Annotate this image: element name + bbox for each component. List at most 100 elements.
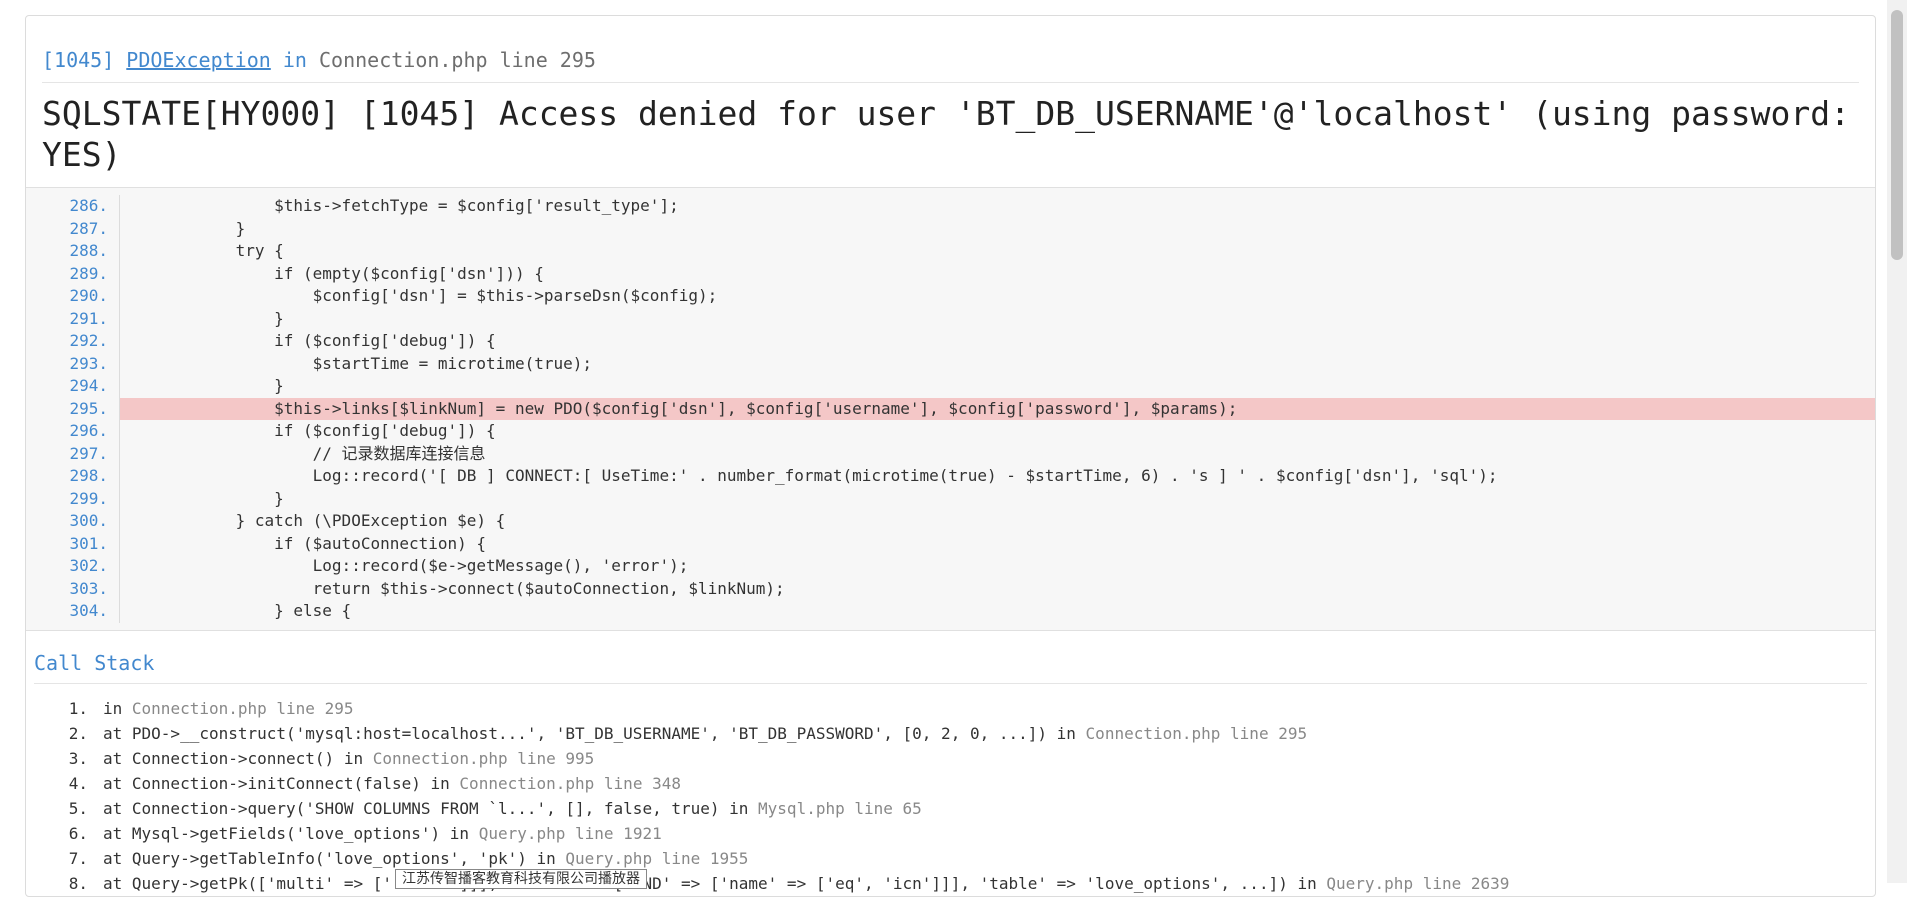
tooltip: 江苏传智播客教育科技有限公司播放器 [395,869,647,889]
line-number: 291. [26,307,120,330]
source-line: 296. if ($config['debug']) { [26,420,1875,443]
code-text: } [120,488,284,508]
call-stack-item: 8. at Query->getPk(['multi' => ['...icn']… [26,871,1875,896]
exception-in-word: in [282,48,307,72]
source-line: 286. $this->fetchType = $config['result_… [26,195,1875,218]
scrollbar-thumb[interactable] [1891,10,1903,260]
line-number: 294. [26,375,120,398]
call-stack-item: 7. at Query->getTableInfo('love_options',… [26,846,1875,871]
line-number: 296. [26,420,120,443]
call-stack-number: 6. [68,823,88,843]
call-stack-number: 8. [68,873,88,893]
call-stack-item: 2. at PDO->__construct('mysql:host=localh… [26,721,1875,746]
call-stack-file: Query.php line 1955 [565,848,749,868]
call-stack-text: at Connection->query('SHOW COLUMNS FROM … [103,798,759,818]
line-number: 287. [26,217,120,240]
line-number: 289. [26,262,120,285]
line-number: 293. [26,352,120,375]
code-text: $this->links[$linkNum] = new PDO($config… [120,397,1875,420]
call-stack-text: at Connection->initConnect(false) in [103,773,460,793]
exception-location: Connection.php line 295 [318,48,596,72]
vertical-scrollbar[interactable] [1887,0,1907,883]
code-text: } [120,218,246,238]
source-line: 293. $startTime = microtime(true); [26,352,1875,375]
call-stack-number: 2. [68,723,88,743]
call-stack-file: Mysql.php line 65 [758,798,922,818]
source-line: 287. } [26,217,1875,240]
call-stack-title: Call Stack [34,650,155,675]
source-line: 292. if ($config['debug']) { [26,330,1875,353]
exception-message: SQLSTATE[HY000] [1045] Access denied for… [42,94,1850,174]
call-stack-item: 6. at Mysql->getFields('love_options') in… [26,821,1875,846]
exception-class-link[interactable]: PDOException [126,48,271,72]
code-text: if (empty($config['dsn'])) { [120,263,544,283]
call-stack-text: at Connection->connect() in [103,748,373,768]
code-text: } else { [120,601,352,620]
call-stack-text: at PDO->__construct('mysql:host=localhos… [103,723,1086,743]
source-line: 301. if ($autoConnection) { [26,532,1875,555]
call-stack-number: 3. [68,748,88,768]
call-stack-file: Connection.php line 348 [459,773,681,793]
source-line: 289. if (empty($config['dsn'])) { [26,262,1875,285]
line-number: 290. [26,285,120,308]
source-line: 298. Log::record('[ DB ] CONNECT:[ UseTi… [26,465,1875,488]
code-text: } [120,308,284,328]
exception-header: [1045] PDOException in Connection.php li… [26,16,1875,74]
line-number: 297. [26,442,120,465]
code-text: return $this->connect($autoConnection, $… [120,578,785,598]
call-stack-text: at Mysql->getFields('love_options') in [103,823,479,843]
call-stack-number: 5. [68,798,88,818]
code-text: $this->fetchType = $config['result_type'… [120,196,679,215]
source-line: 295. $this->links[$linkNum] = new PDO($c… [26,397,1875,420]
code-text: // 记录数据库连接信息 [120,443,486,463]
source-line: 291. } [26,307,1875,330]
source-line: 294. } [26,375,1875,398]
exception-title-line: [1045] PDOException in Connection.php li… [42,46,1859,74]
line-number: 303. [26,577,120,600]
source-line: 288. try { [26,240,1875,263]
code-text: if ($autoConnection) { [120,533,487,553]
call-stack-text: at Query->getTableInfo('love_options', '… [103,848,566,868]
source-line: 304. } else { [26,600,1875,623]
call-stack-item: 4. at Connection->initConnect(false) in C… [26,771,1875,796]
code-text: $config['dsn'] = $this->parseDsn($config… [120,286,718,305]
call-stack-item: 1. in Connection.php line 295 [26,696,1875,721]
line-number: 298. [26,465,120,488]
source-line: 300. } catch (\PDOException $e) { [26,510,1875,533]
line-number: 286. [26,195,120,218]
call-stack-item: 5. at Connection->query('SHOW COLUMNS FRO… [26,796,1875,821]
line-number: 299. [26,487,120,510]
code-text: $startTime = microtime(true); [120,353,593,373]
call-stack-file: Connection.php line 995 [372,748,595,768]
call-stack-file: Connection.php line 295 [1085,723,1308,743]
exception-code: [1045] [42,48,115,72]
call-stack-file: Connection.php line 295 [131,698,354,718]
exception-panel: [1045] PDOException in Connection.php li… [25,15,1876,897]
call-stack-number: 1. [68,698,88,718]
call-stack-file: Query.php line 1921 [478,823,662,843]
source-line: 297. // 记录数据库连接信息 [26,442,1875,465]
code-text: } catch (\PDOException $e) { [120,511,506,530]
line-number: 302. [26,555,120,578]
line-number: 301. [26,532,120,555]
source-line: 290. $config['dsn'] = $this->parseDsn($c… [26,285,1875,308]
line-number: 304. [26,600,120,623]
line-number: 288. [26,240,120,263]
code-text: if ($config['debug']) { [120,331,496,350]
code-text: } [120,376,284,395]
source-code-block: 286. $this->fetchType = $config['result_… [26,187,1875,631]
call-stack-number: 7. [68,848,88,868]
line-number: 295. [26,397,120,420]
call-stack-item: 3. at Connection->connect() in Connection… [26,746,1875,771]
call-stack-text: in [103,698,132,718]
call-stack-list: 1. in Connection.php line 295 2. at PDO->__… [26,684,1875,896]
call-stack-file: Query.php line 2639 [1326,873,1510,893]
code-text: if ($config['debug']) { [120,421,496,440]
source-line: 299. } [26,487,1875,510]
code-text: Log::record('[ DB ] CONNECT:[ UseTime:' … [120,466,1498,485]
code-text: Log::record($e->getMessage(), 'error'); [120,556,689,575]
line-number: 300. [26,510,120,533]
call-stack-number: 4. [68,773,88,793]
call-stack-text: at Query->getPk(['multi' => ['...icn']]]… [103,873,1327,893]
source-line: 303. return $this->connect($autoConnecti… [26,577,1875,600]
